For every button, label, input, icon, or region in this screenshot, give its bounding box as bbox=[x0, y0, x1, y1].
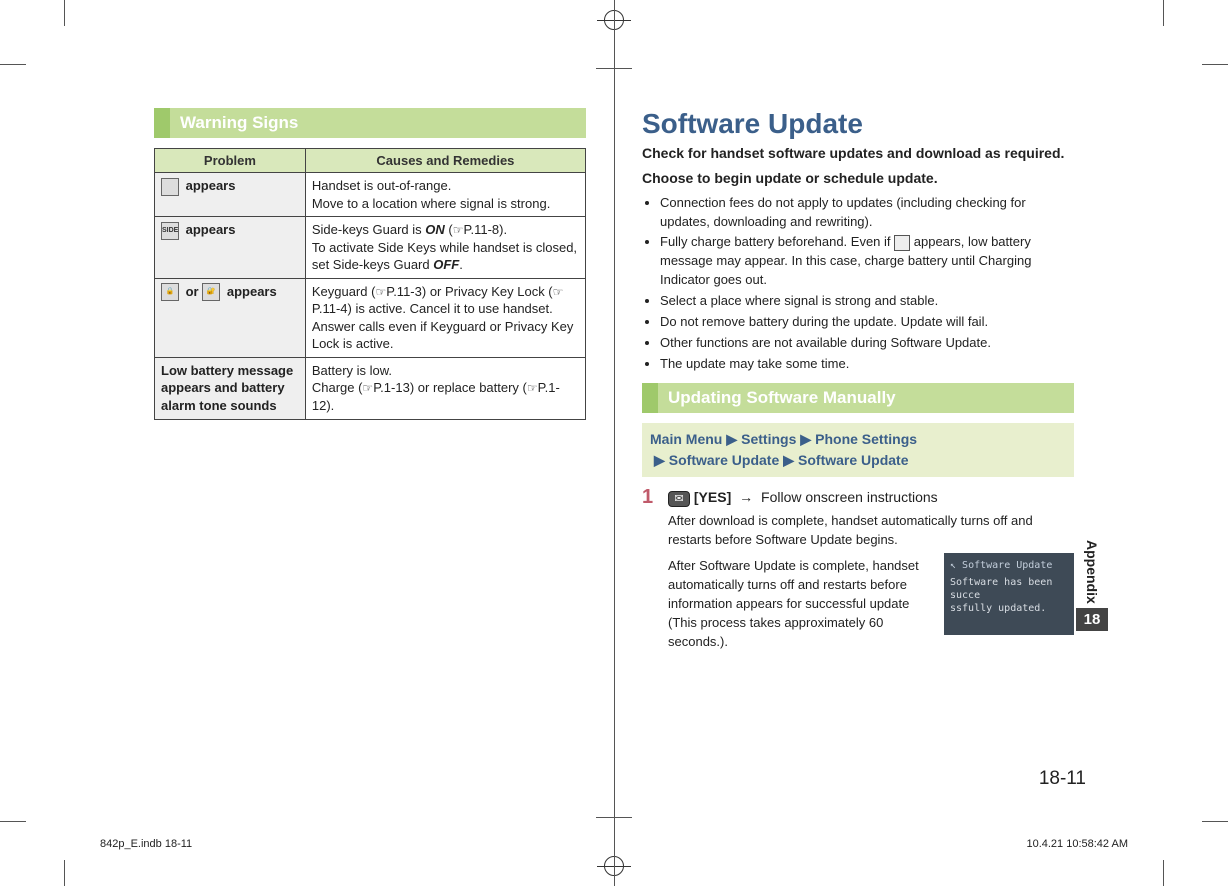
problem-cell: Low battery message appears and battery … bbox=[155, 357, 306, 419]
list-item: The update may take some time. bbox=[660, 355, 1074, 374]
footer-timestamp: 10.4.21 10:58:42 AM bbox=[1026, 838, 1128, 850]
page-ref-icon bbox=[362, 380, 373, 395]
handset-screen-body: Software has been succe ssfully updated. bbox=[950, 576, 1068, 615]
page: Warning Signs Problem Causes and Remedie… bbox=[0, 0, 1228, 886]
warning-signs-header: Warning Signs bbox=[154, 108, 586, 138]
table-row: 🔒 or 🔐 appears Keyguard (P.11-3) or Priv… bbox=[155, 278, 586, 357]
remedy-cell: Keyguard (P.11-3) or Privacy Key Lock (P… bbox=[305, 278, 585, 357]
updating-manually-header: Updating Software Manually bbox=[642, 383, 1074, 413]
problem-cell: appears bbox=[155, 173, 306, 217]
right-column: Software Update Check for handset softwa… bbox=[642, 108, 1074, 788]
crop-mark bbox=[1163, 860, 1164, 886]
follow-instructions: Follow onscreen instructions bbox=[761, 489, 938, 505]
nav-segment: Phone Settings bbox=[815, 431, 917, 447]
left-column: Warning Signs Problem Causes and Remedie… bbox=[154, 108, 586, 788]
step-1: 1 ✉ [YES] Follow onscreen instructions A… bbox=[642, 487, 1074, 651]
problem-cell: 🔒 or 🔐 appears bbox=[155, 278, 306, 357]
page-ref-icon bbox=[553, 284, 564, 299]
list-item: Other functions are not available during… bbox=[660, 334, 1074, 353]
thumb-tab-number: 18 bbox=[1076, 608, 1108, 631]
step-sub-2: After Software Update is complete, hands… bbox=[668, 557, 934, 651]
nav-segment: Software Update bbox=[798, 452, 908, 468]
thumb-tab-label: Appendix bbox=[1084, 540, 1100, 604]
chevron-right-icon: ▶ bbox=[779, 452, 798, 468]
list-item: Fully charge battery beforehand. Even if… bbox=[660, 233, 1074, 290]
handset-screen-title: ↖ Software Update bbox=[950, 559, 1068, 572]
nav-segment: Software Update bbox=[669, 452, 779, 468]
step-sub-1: After download is complete, handset auto… bbox=[668, 512, 1074, 550]
remedy-cell: Handset is out-of-range. Move to a locat… bbox=[305, 173, 585, 217]
problem-text: appears bbox=[223, 284, 276, 299]
yes-label: [YES] bbox=[694, 489, 731, 505]
crop-mark bbox=[64, 860, 65, 886]
side-keys-icon: SIDE bbox=[161, 222, 179, 240]
problem-text: appears bbox=[182, 178, 235, 193]
mail-key-icon: ✉ bbox=[668, 491, 690, 507]
table-row: SIDE appears Side-keys Guard is ON (P.11… bbox=[155, 217, 586, 279]
warning-table: Problem Causes and Remedies appears Hand… bbox=[154, 148, 586, 420]
step-body: ✉ [YES] Follow onscreen instructions Aft… bbox=[668, 487, 1074, 651]
center-rule bbox=[614, 0, 615, 886]
crop-mark bbox=[0, 64, 26, 65]
warning-signs-title: Warning Signs bbox=[170, 108, 308, 138]
crop-mark bbox=[1202, 64, 1228, 65]
notes-list: Connection fees do not apply to updates … bbox=[642, 194, 1074, 374]
out-of-range-icon bbox=[161, 178, 179, 196]
lock-icon: 🔒 bbox=[161, 283, 179, 301]
software-update-title: Software Update bbox=[642, 108, 1074, 140]
arrow-right-icon bbox=[735, 489, 757, 505]
crop-mark bbox=[1202, 821, 1228, 822]
page-ref-icon bbox=[527, 380, 538, 395]
header-accent-bar bbox=[642, 383, 658, 413]
crop-mark bbox=[0, 821, 26, 822]
remedy-cell: Battery is low. Charge (P.1-13) or repla… bbox=[305, 357, 585, 419]
list-item: Select a place where signal is strong an… bbox=[660, 292, 1074, 311]
lead-text-2: Choose to begin update or schedule updat… bbox=[642, 169, 1074, 188]
crop-mark bbox=[1163, 0, 1164, 26]
chevron-right-icon: ▶ bbox=[722, 431, 741, 447]
nav-segment: Main Menu bbox=[650, 431, 722, 447]
header-accent-bar bbox=[154, 108, 170, 138]
table-row: Low battery message appears and battery … bbox=[155, 357, 586, 419]
problem-cell: SIDE appears bbox=[155, 217, 306, 279]
chevron-right-icon: ▶ bbox=[650, 452, 669, 468]
list-item: Connection fees do not apply to updates … bbox=[660, 194, 1074, 232]
handset-screenshot: ↖ Software Update Software has been succ… bbox=[944, 553, 1074, 635]
battery-icon bbox=[894, 235, 910, 251]
menu-path: Main Menu▶Settings▶Phone Settings ▶Softw… bbox=[642, 423, 1074, 477]
remedy-cell: Side-keys Guard is ON (P.11-8). To activ… bbox=[305, 217, 585, 279]
chevron-right-icon: ▶ bbox=[796, 431, 815, 447]
nav-segment: Settings bbox=[741, 431, 796, 447]
table-row: appears Handset is out-of-range. Move to… bbox=[155, 173, 586, 217]
page-number: 18-11 bbox=[1039, 768, 1086, 790]
appendix-thumb-tab: Appendix 18 bbox=[1076, 540, 1108, 631]
col-problem-header: Problem bbox=[155, 149, 306, 173]
problem-text: appears bbox=[182, 222, 235, 237]
page-ref-icon bbox=[375, 284, 386, 299]
list-item: Do not remove battery during the update.… bbox=[660, 313, 1074, 332]
crop-mark bbox=[64, 0, 65, 26]
lead-text-1: Check for handset software updates and d… bbox=[642, 144, 1074, 163]
footer-filename: 842p_E.indb 18-11 bbox=[100, 838, 192, 850]
col-remedy-header: Causes and Remedies bbox=[305, 149, 585, 173]
privacy-lock-icon: 🔐 bbox=[202, 283, 220, 301]
updating-manually-title: Updating Software Manually bbox=[658, 383, 906, 413]
step-number: 1 bbox=[642, 487, 658, 651]
page-ref-icon bbox=[453, 222, 464, 237]
